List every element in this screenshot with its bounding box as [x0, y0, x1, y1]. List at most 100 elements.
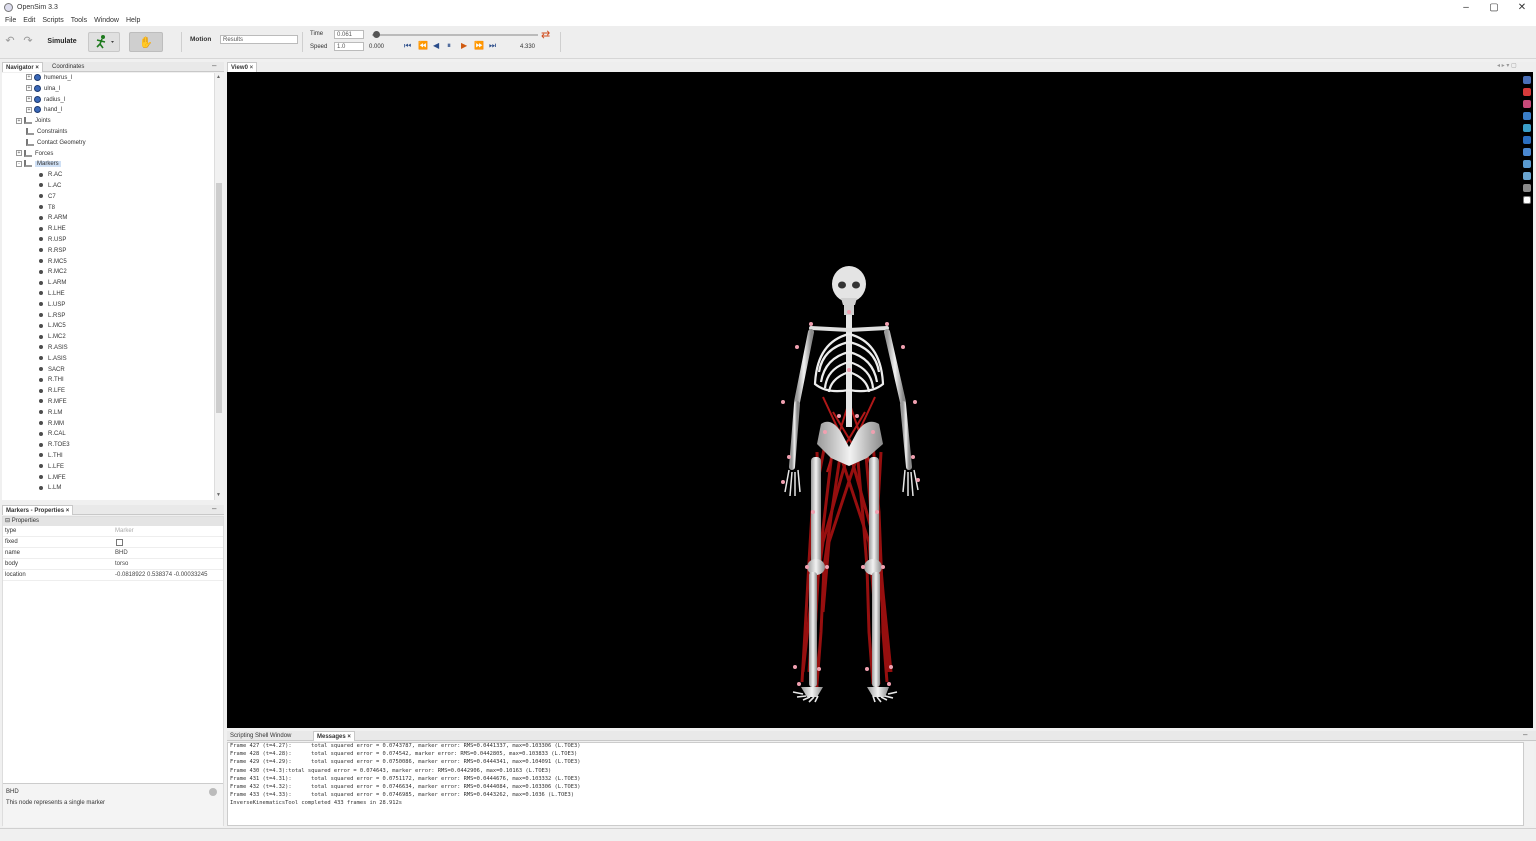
tree-marker-item[interactable]: R.ASIS — [26, 343, 68, 354]
property-value[interactable]: -0.0818922 0.538374 -0.00033245 — [115, 570, 207, 581]
speed-stepper[interactable]: 1.0 — [334, 42, 364, 51]
tree-marker-item[interactable]: T8 — [26, 203, 55, 214]
motion-select[interactable]: Results — [220, 35, 298, 44]
tree-group-item[interactable]: + Joints — [16, 116, 51, 127]
messages-log[interactable]: Frame 427 (t=4.27): total squared error … — [227, 742, 1524, 826]
tree-marker-item[interactable]: L.MFE — [26, 473, 66, 484]
minimize-panel-icon[interactable]: – — [212, 61, 216, 70]
minimize-panel-icon[interactable]: – — [1523, 730, 1527, 739]
property-value[interactable]: Marker — [115, 526, 134, 537]
zoom-in-icon[interactable] — [1523, 160, 1531, 168]
tab-scripting-shell[interactable]: Scripting Shell Window — [227, 731, 294, 741]
tree-marker-item[interactable]: R.LFE — [26, 386, 65, 397]
expand-icon[interactable]: + — [16, 117, 22, 124]
tab-marker-properties[interactable]: Markers - Properties × — [2, 505, 74, 515]
tree-marker-item[interactable]: L.MC2 — [26, 332, 66, 343]
fixed-checkbox[interactable] — [116, 539, 123, 546]
tree-marker-item[interactable]: R.ARM — [26, 213, 67, 224]
go-to-start-icon[interactable]: ⏮ — [404, 41, 411, 51]
bottom-view-icon[interactable] — [1523, 148, 1531, 156]
expand-icon[interactable]: + — [16, 150, 22, 157]
expand-icon[interactable]: + — [26, 96, 32, 103]
tree-marker-item[interactable]: R.CAL — [26, 429, 66, 440]
step-forward-icon[interactable]: ⏩ — [474, 41, 484, 50]
scrollbar-thumb[interactable] — [216, 183, 222, 413]
right-view-icon[interactable] — [1523, 124, 1531, 132]
property-value[interactable]: BHD — [115, 548, 128, 559]
3d-viewport[interactable] — [227, 72, 1533, 728]
tree-body-item[interactable]: + humerus_l — [26, 73, 72, 84]
go-to-end-icon[interactable]: ⏭ — [489, 41, 496, 51]
back-view-icon[interactable] — [1523, 100, 1531, 108]
tree-marker-item[interactable]: L.RSP — [26, 311, 65, 322]
tree-body-item[interactable]: + ulna_l — [26, 84, 60, 95]
loop-icon[interactable]: ⇄ — [541, 28, 550, 41]
messages-scrollbar[interactable] — [1525, 742, 1534, 826]
tree-marker-item[interactable]: L.AC — [26, 181, 61, 192]
zoom-out-icon[interactable] — [1523, 172, 1531, 180]
tab-messages[interactable]: Messages × — [313, 731, 355, 741]
time-slider-track[interactable] — [372, 34, 538, 36]
play-icon[interactable]: ▶ — [461, 41, 467, 50]
menu-tools[interactable]: Tools — [71, 17, 87, 24]
tree-marker-item[interactable]: R.MC5 — [26, 257, 67, 268]
front-view-icon[interactable] — [1523, 88, 1531, 96]
menu-edit[interactable]: Edit — [23, 17, 35, 24]
tree-marker-item[interactable]: R.THI — [26, 375, 64, 386]
tree-marker-item[interactable]: R.LM — [26, 408, 62, 419]
tree-body-item[interactable]: + hand_l — [26, 105, 62, 116]
top-view-icon[interactable] — [1523, 136, 1531, 144]
simulate-button[interactable]: Simulate — [40, 34, 84, 50]
refit-icon[interactable] — [1523, 184, 1531, 192]
time-field[interactable]: 0.061 — [334, 30, 364, 39]
menu-window[interactable]: Window — [94, 17, 119, 24]
hand-icon[interactable]: ✋ — [129, 32, 163, 52]
view-nav-arrows-icon[interactable]: ◂ ▸ ▾ ▢ — [1497, 62, 1517, 69]
tree-marker-item[interactable]: R.MFE — [26, 397, 67, 408]
tab-view0[interactable]: View0 × — [227, 62, 258, 72]
run-forward-button[interactable] — [88, 32, 120, 52]
tree-marker-item[interactable]: L.USP — [26, 300, 65, 311]
close-button[interactable]: ✕ — [1508, 0, 1536, 15]
minimize-button[interactable]: – — [1452, 0, 1480, 15]
step-back-icon[interactable]: ⏪ — [418, 41, 428, 50]
snapshot-icon[interactable] — [1523, 196, 1531, 204]
tree-marker-item[interactable]: R.USP — [26, 235, 66, 246]
collapse-icon[interactable]: - — [16, 160, 22, 167]
tree-marker-item[interactable]: R.RSP — [26, 246, 66, 257]
play-reverse-icon[interactable]: ◀ — [433, 41, 439, 50]
tree-group-item[interactable]: - Markers — [16, 159, 61, 170]
tree-group-item[interactable]: Contact Geometry — [16, 138, 86, 149]
time-slider-thumb[interactable] — [373, 31, 380, 38]
tree-marker-item[interactable]: L.LFE — [26, 462, 64, 473]
property-value[interactable]: torso — [115, 559, 128, 570]
tree-marker-item[interactable]: R.AC — [26, 170, 62, 181]
menu-help[interactable]: Help — [126, 17, 140, 24]
tree-marker-item[interactable]: R.TOE3 — [26, 440, 70, 451]
expand-icon[interactable]: + — [26, 85, 32, 92]
tree-body-item[interactable]: + radius_l — [26, 95, 65, 106]
tree-group-item[interactable]: Constraints — [16, 127, 67, 138]
tree-marker-item[interactable]: L.LM — [26, 483, 61, 494]
left-view-icon[interactable] — [1523, 112, 1531, 120]
tab-coordinates[interactable]: Coordinates — [49, 62, 87, 72]
scroll-up-icon[interactable]: ▲ — [216, 74, 221, 80]
menu-file[interactable]: File — [5, 17, 16, 24]
navigator-scrollbar[interactable]: ▲ ▼ — [214, 73, 223, 500]
pause-icon[interactable]: ⏸ — [447, 41, 451, 51]
menu-scripts[interactable]: Scripts — [42, 17, 63, 24]
tree-marker-item[interactable]: R.LHE — [26, 224, 66, 235]
tree-marker-item[interactable]: L.ARM — [26, 278, 66, 289]
expand-icon[interactable]: + — [26, 106, 32, 113]
axes-icon[interactable] — [1523, 76, 1531, 84]
tree-marker-item[interactable]: C7 — [26, 192, 56, 203]
redo-icon[interactable]: ↷ — [21, 34, 35, 48]
tree-marker-item[interactable]: L.ASIS — [26, 354, 67, 365]
scroll-down-icon[interactable]: ▼ — [216, 492, 221, 498]
tree-group-item[interactable]: + Forces — [16, 149, 53, 160]
tree-marker-item[interactable]: R.MM — [26, 419, 64, 430]
minimize-panel-icon[interactable]: – — [212, 504, 216, 513]
tree-marker-item[interactable]: L.MC5 — [26, 321, 66, 332]
undo-icon[interactable]: ↶ — [3, 34, 17, 48]
tree-marker-item[interactable]: R.MC2 — [26, 267, 67, 278]
